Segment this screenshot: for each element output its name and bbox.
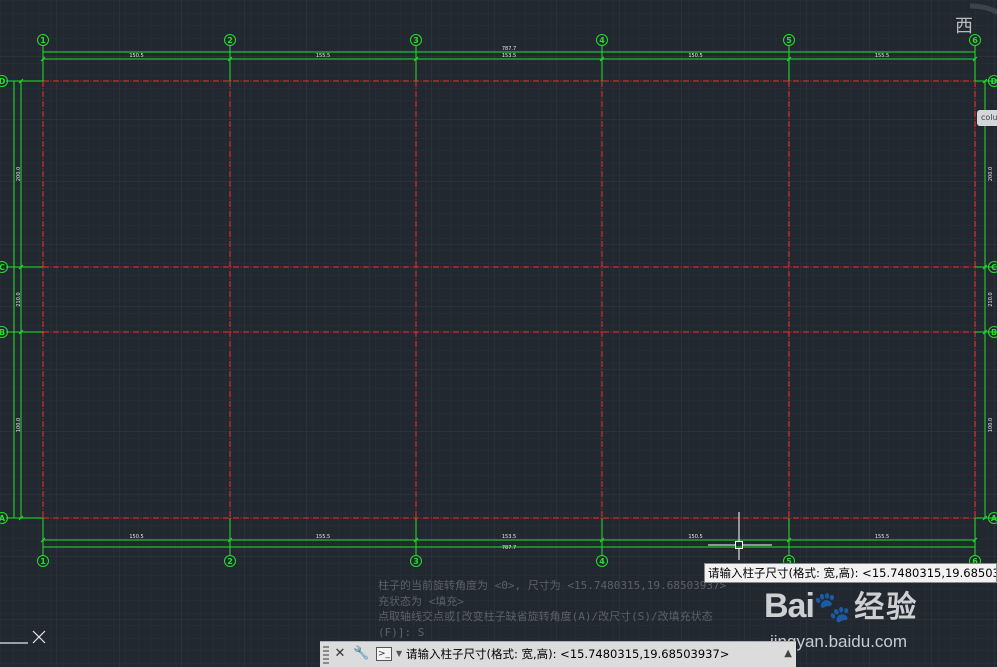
dimension-text-left: 200.0 bbox=[16, 167, 22, 181]
grid-bubble-left-B-label: B bbox=[0, 328, 5, 337]
dimension-text-bottom-total: 787.7 bbox=[502, 545, 516, 551]
side-panel-tab[interactable]: colu bbox=[977, 110, 997, 126]
grid-bubble-top-4-label: 4 bbox=[599, 36, 605, 45]
command-line-bar[interactable]: ✕ 🔧 >_ ▼ 请输入柱子尺寸(格式: 宽,高): <15.7480315,1… bbox=[320, 641, 796, 667]
grid-bubble-left-C-label: C bbox=[0, 263, 5, 272]
grid-bubble-top-3-label: 3 bbox=[413, 36, 419, 45]
dimension-text-top: 155.5 bbox=[316, 53, 330, 59]
recent-commands-dropdown-icon[interactable]: ▼ bbox=[396, 647, 402, 661]
grid-bubble-right-A-label: A bbox=[991, 514, 997, 523]
dimension-text-left: 100.0 bbox=[16, 418, 22, 432]
grid-bubble-bottom-2-label: 2 bbox=[227, 557, 233, 566]
grid-bubble-left-A-label: A bbox=[0, 514, 6, 523]
dimension-text-bottom: 150.5 bbox=[688, 534, 702, 540]
grid-bubble-top-5-label: 5 bbox=[786, 36, 792, 45]
dimension-text-right: 200.0 bbox=[988, 167, 994, 181]
history-line: 充状态为 <填充> bbox=[378, 594, 464, 608]
dimension-text-top: 155.5 bbox=[875, 53, 889, 59]
grid-bubble-bottom-4-label: 4 bbox=[599, 557, 605, 566]
watermark-logo: Bai🐾 经验 bbox=[764, 587, 919, 625]
grid-bubble-top-6-label: 6 bbox=[972, 36, 978, 45]
grid-bubble-left-D-label: D bbox=[0, 77, 6, 86]
grid-bubble-bottom-3-label: 3 bbox=[413, 557, 419, 566]
grid-bubble-right-C-label: C bbox=[991, 263, 997, 272]
history-line: 柱子的当前旋转角度为 <0>, 尺寸为 <15.7480315,19.68503… bbox=[378, 579, 727, 592]
viewcube-west-label[interactable]: 西 bbox=[955, 12, 973, 38]
dimension-text-right: 210.0 bbox=[988, 292, 994, 306]
command-input[interactable]: 请输入柱子尺寸(格式: 宽,高): <15.7480315,19.6850393… bbox=[406, 645, 729, 663]
baidu-jingyan-watermark: Bai🐾 经验 jingyan.baidu.com bbox=[764, 582, 994, 660]
command-prompt-icon[interactable]: >_ bbox=[376, 647, 392, 661]
drag-handle-icon[interactable] bbox=[323, 646, 329, 664]
grid-bubble-right-B-label: B bbox=[991, 328, 997, 337]
dimension-text-bottom: 155.5 bbox=[875, 534, 889, 540]
dimension-text-top: 150.5 bbox=[688, 53, 702, 59]
wrench-icon[interactable]: 🔧 bbox=[353, 646, 369, 662]
command-history: 柱子的当前旋转角度为 <0>, 尺寸为 <15.7480315,19.68503… bbox=[378, 578, 726, 640]
dimension-text-bottom: 150.5 bbox=[129, 534, 143, 540]
close-icon[interactable]: ✕ bbox=[332, 646, 348, 662]
dimension-text-left: 210.0 bbox=[16, 292, 22, 306]
dimension-text-top: 150.5 bbox=[129, 53, 143, 59]
dimension-text-right: 100.0 bbox=[988, 418, 994, 432]
command-history-up-icon[interactable]: ▲ bbox=[784, 646, 792, 662]
dimension-text-top: 153.5 bbox=[502, 53, 516, 59]
history-line: (F)]: S bbox=[378, 625, 425, 639]
dynamic-input-tooltip: 请输入柱子尺寸(格式: 宽,高): <15.7480315,19.6850393… bbox=[704, 563, 997, 583]
dimension-text-bottom: 155.5 bbox=[316, 534, 330, 540]
dimension-text-top-total: 787.7 bbox=[502, 46, 516, 52]
history-line: 点取轴线交点或[改变柱子缺省旋转角度(A)/改尺寸(S)/改填充状态 bbox=[378, 610, 713, 623]
dimension-text-bottom: 153.5 bbox=[502, 534, 516, 540]
grid-bubble-top-2-label: 2 bbox=[227, 36, 233, 45]
grid-bubble-bottom-1-label: 1 bbox=[40, 557, 46, 566]
grid-bubble-right-D-label: D bbox=[991, 77, 997, 86]
grid-bubble-top-1-label: 1 bbox=[40, 36, 46, 45]
